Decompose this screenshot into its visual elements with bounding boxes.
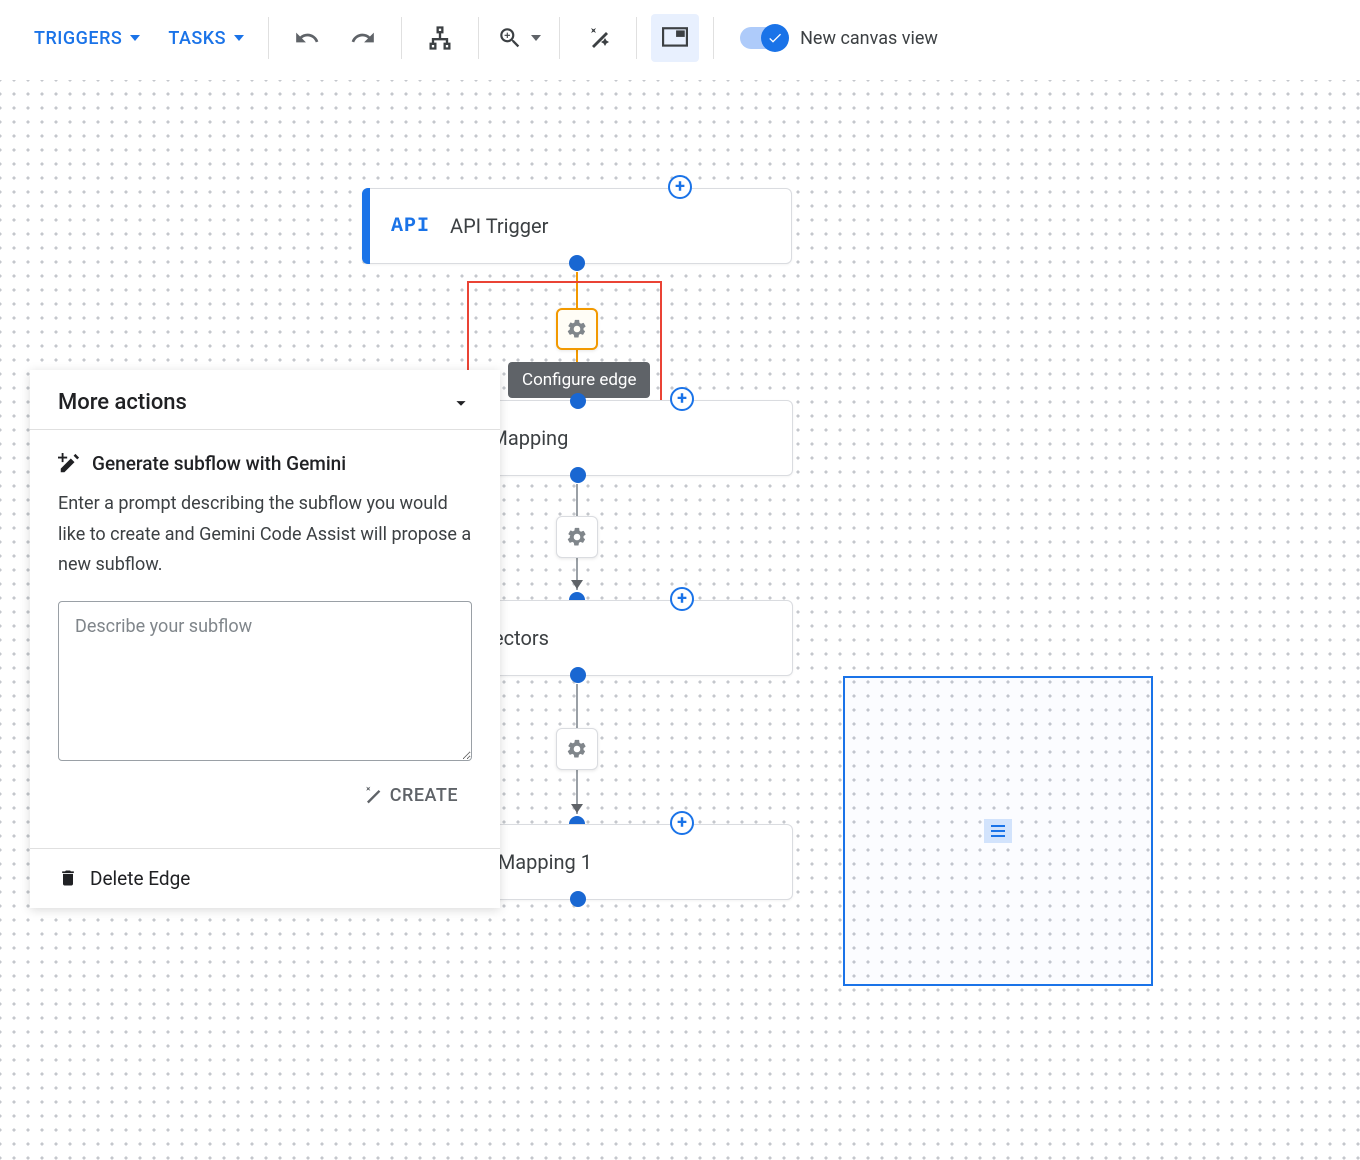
- redo-icon: [350, 25, 376, 51]
- tasks-label: TASKS: [168, 28, 226, 49]
- chevron-down-icon[interactable]: [450, 392, 472, 414]
- triggers-label: TRIGGERS: [34, 28, 122, 49]
- divider: [478, 17, 479, 59]
- panel-subtitle: Generate subflow with Gemini: [92, 452, 346, 475]
- divider: [401, 17, 402, 59]
- create-button[interactable]: CREATE: [348, 775, 472, 816]
- output-port[interactable]: [569, 255, 585, 271]
- panel-title: More actions: [58, 390, 187, 415]
- triggers-menu[interactable]: TRIGGERS: [20, 20, 154, 57]
- caret-down-icon: [130, 35, 140, 41]
- subflow-input[interactable]: [58, 601, 472, 761]
- divider: [713, 17, 714, 59]
- tooltip-text: Configure edge: [522, 370, 636, 390]
- redo-button[interactable]: [339, 14, 387, 62]
- configure-edge-button[interactable]: [556, 728, 598, 770]
- undo-button[interactable]: [283, 14, 331, 62]
- magic-wand-icon: [586, 26, 610, 50]
- divider: [559, 17, 560, 59]
- toolbar: TRIGGERS TASKS New canvas view: [0, 0, 1360, 76]
- trash-icon: [58, 867, 78, 889]
- arrow-down-icon: [571, 804, 583, 813]
- tasks-menu[interactable]: TASKS: [154, 20, 258, 57]
- zoom-in-icon: [497, 25, 523, 51]
- selection-box[interactable]: [843, 676, 1153, 986]
- magic-wand-icon: [362, 785, 382, 805]
- output-port[interactable]: [570, 891, 586, 907]
- divider: [268, 17, 269, 59]
- switch[interactable]: [740, 27, 788, 49]
- panel-description: Enter a prompt describing the subflow yo…: [58, 489, 472, 581]
- add-node-button[interactable]: +: [668, 175, 692, 199]
- delete-edge-label: Delete Edge: [90, 867, 190, 890]
- gear-icon: [566, 318, 588, 340]
- node-label: API Trigger: [450, 214, 548, 238]
- caret-down-icon: [234, 35, 244, 41]
- input-port[interactable]: [570, 393, 586, 409]
- delete-edge-button[interactable]: Delete Edge: [30, 848, 500, 908]
- api-icon: API: [391, 215, 430, 238]
- list-icon: [984, 819, 1012, 843]
- generate-icon: [58, 453, 80, 475]
- add-node-button[interactable]: +: [670, 387, 694, 411]
- create-label: CREATE: [390, 785, 458, 806]
- canvas-view-toggle[interactable]: New canvas view: [740, 27, 938, 49]
- magic-button[interactable]: [574, 14, 622, 62]
- configure-edge-button[interactable]: [556, 308, 598, 350]
- divider: [636, 17, 637, 59]
- panel-header[interactable]: More actions: [30, 370, 500, 430]
- gear-icon: [566, 738, 588, 760]
- add-node-button[interactable]: +: [670, 587, 694, 611]
- check-icon: [767, 30, 783, 46]
- layout-button[interactable]: [416, 14, 464, 62]
- arrow-down-icon: [571, 580, 583, 589]
- zoom-menu[interactable]: [489, 25, 549, 51]
- minimap-icon: [662, 27, 688, 49]
- panel-subtitle-row: Generate subflow with Gemini: [58, 452, 472, 475]
- more-actions-panel: More actions Generate subflow with Gemin…: [30, 370, 500, 908]
- configure-edge-button[interactable]: [556, 516, 598, 558]
- output-port[interactable]: [570, 467, 586, 483]
- node-accent: [362, 188, 370, 264]
- switch-knob: [761, 24, 789, 52]
- node-api-trigger[interactable]: API API Trigger: [362, 188, 792, 264]
- caret-down-icon: [531, 35, 541, 41]
- undo-icon: [294, 25, 320, 51]
- output-port[interactable]: [570, 667, 586, 683]
- add-node-button[interactable]: +: [670, 811, 694, 835]
- gear-icon: [566, 526, 588, 548]
- sitemap-icon: [426, 24, 454, 52]
- minimap-button[interactable]: [651, 14, 699, 62]
- canvas-view-label: New canvas view: [800, 28, 938, 49]
